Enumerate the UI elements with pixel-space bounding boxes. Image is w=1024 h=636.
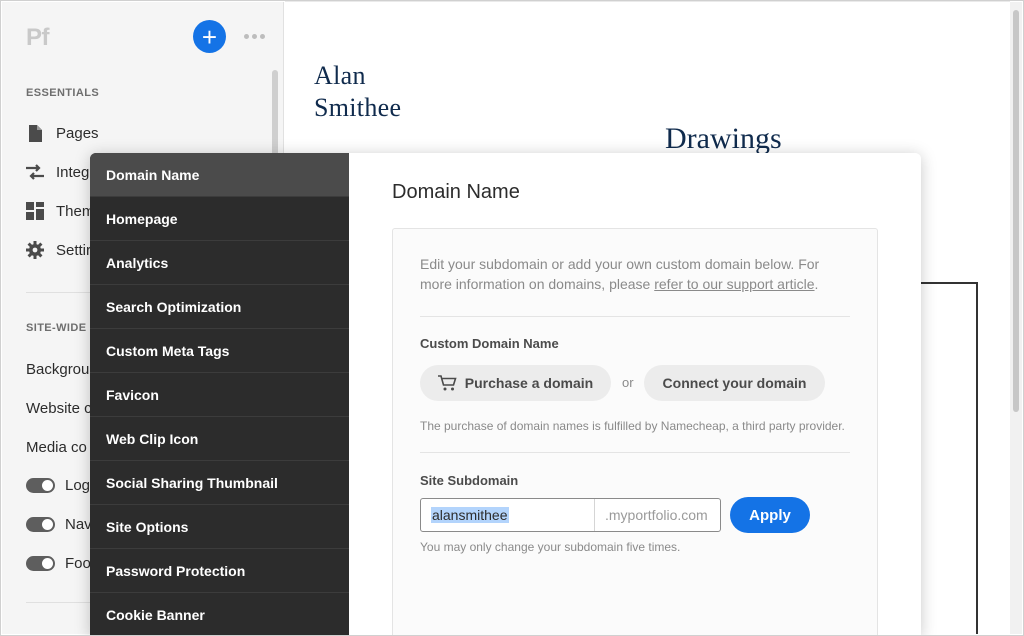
sidebar-item-label: Log: [65, 476, 91, 494]
layout-grid-icon: [26, 202, 44, 220]
sidebar-item-integrations[interactable]: Integ: [26, 160, 89, 184]
purchase-note: The purchase of domain names is fulfille…: [420, 419, 845, 433]
page-icon: [26, 124, 44, 142]
settings-modal: Domain Name Homepage Analytics Search Op…: [90, 153, 921, 636]
sidebar-item-label: Settir: [56, 241, 92, 259]
support-article-link[interactable]: refer to our support article: [654, 276, 814, 292]
subdomain-field[interactable]: alansmithee .myportfolio.com: [420, 498, 721, 532]
sidebar-item-website-colors[interactable]: Website c: [26, 396, 92, 420]
subdomain-value: alansmithee: [431, 507, 509, 523]
connect-domain-button[interactable]: Connect your domain: [644, 365, 825, 401]
toggle-switch[interactable]: [26, 555, 55, 571]
card-divider: [420, 316, 850, 317]
settings-nav-web-clip-icon[interactable]: Web Clip Icon: [90, 417, 349, 461]
purchase-domain-label: Purchase a domain: [464, 375, 594, 391]
subdomain-note: You may only change your subdomain five …: [420, 540, 681, 554]
site-subdomain-label: Site Subdomain: [420, 473, 519, 488]
settings-nav-password-protection[interactable]: Password Protection: [90, 549, 349, 593]
sidebar-item-label: Them: [56, 202, 95, 220]
settings-nav-domain-name[interactable]: Domain Name: [90, 153, 349, 197]
toggle-switch[interactable]: [26, 516, 55, 532]
settings-nav-favicon[interactable]: Favicon: [90, 373, 349, 417]
sidebar-item-media-content[interactable]: Media co: [26, 435, 87, 459]
sidebar-item-settings[interactable]: Settir: [26, 238, 91, 262]
panel-title: Domain Name: [392, 181, 520, 203]
shopping-cart-icon: [437, 375, 457, 391]
sidebar-item-label: Foo: [65, 554, 91, 572]
sidebar-item-label: Integ: [56, 163, 90, 181]
swap-arrows-icon: [26, 163, 44, 181]
more-options-icon[interactable]: [240, 24, 268, 48]
settings-nav-site-options[interactable]: Site Options: [90, 505, 349, 549]
canvas-scrollbar[interactable]: [1010, 2, 1022, 634]
card-divider: [420, 452, 850, 453]
settings-nav-social-sharing-thumbnail[interactable]: Social Sharing Thumbnail: [90, 461, 349, 505]
subdomain-suffix: .myportfolio.com: [605, 507, 708, 523]
sidebar-toggle-logo[interactable]: Log: [26, 473, 90, 497]
sidebar-toggle-navigation[interactable]: Nav: [26, 512, 92, 536]
purchase-domain-button[interactable]: Purchase a domain: [420, 365, 611, 401]
settings-nav-homepage[interactable]: Homepage: [90, 197, 349, 241]
settings-panel: Domain Name Edit your subdomain or add y…: [349, 153, 921, 636]
sidebar-item-themes[interactable]: Them: [26, 199, 94, 223]
subdomain-input[interactable]: alansmithee: [421, 499, 595, 531]
scrollbar-thumb[interactable]: [1013, 10, 1019, 412]
sidebar-item-label: Pages: [56, 124, 99, 142]
name-line-first: Alan: [314, 61, 366, 90]
intro-period: .: [814, 276, 819, 292]
apply-subdomain-button[interactable]: Apply: [730, 497, 810, 533]
or-separator: or: [622, 375, 634, 390]
site-owner-name[interactable]: Alan Smithee: [314, 60, 401, 124]
sitewide-heading: SITE-WIDE: [26, 322, 87, 334]
custom-domain-label: Custom Domain Name: [420, 336, 559, 351]
gallery-title[interactable]: Drawings: [665, 122, 782, 156]
add-content-button[interactable]: +: [193, 20, 226, 53]
name-line-last: Smithee: [314, 93, 402, 122]
sidebar-item-pages[interactable]: Pages: [26, 121, 99, 145]
settings-nav-analytics[interactable]: Analytics: [90, 241, 349, 285]
sidebar-toggle-footer[interactable]: Foo: [26, 551, 91, 575]
settings-nav-cookie-banner[interactable]: Cookie Banner: [90, 593, 349, 636]
sidebar-item-background[interactable]: Backgrou: [26, 357, 89, 381]
domain-intro-text: Edit your subdomain or add your own cust…: [420, 254, 840, 294]
domain-settings-card: Edit your subdomain or add your own cust…: [392, 228, 878, 636]
portfolio-logo: Pf: [26, 24, 50, 51]
gear-icon: [26, 241, 44, 259]
settings-nav: Domain Name Homepage Analytics Search Op…: [90, 153, 349, 636]
essentials-heading: ESSENTIALS: [26, 87, 100, 99]
toggle-switch[interactable]: [26, 477, 55, 493]
sidebar-scrollbar[interactable]: [272, 70, 278, 160]
settings-nav-custom-meta-tags[interactable]: Custom Meta Tags: [90, 329, 349, 373]
settings-nav-search-optimization[interactable]: Search Optimization: [90, 285, 349, 329]
sidebar-item-label: Nav: [65, 515, 92, 533]
